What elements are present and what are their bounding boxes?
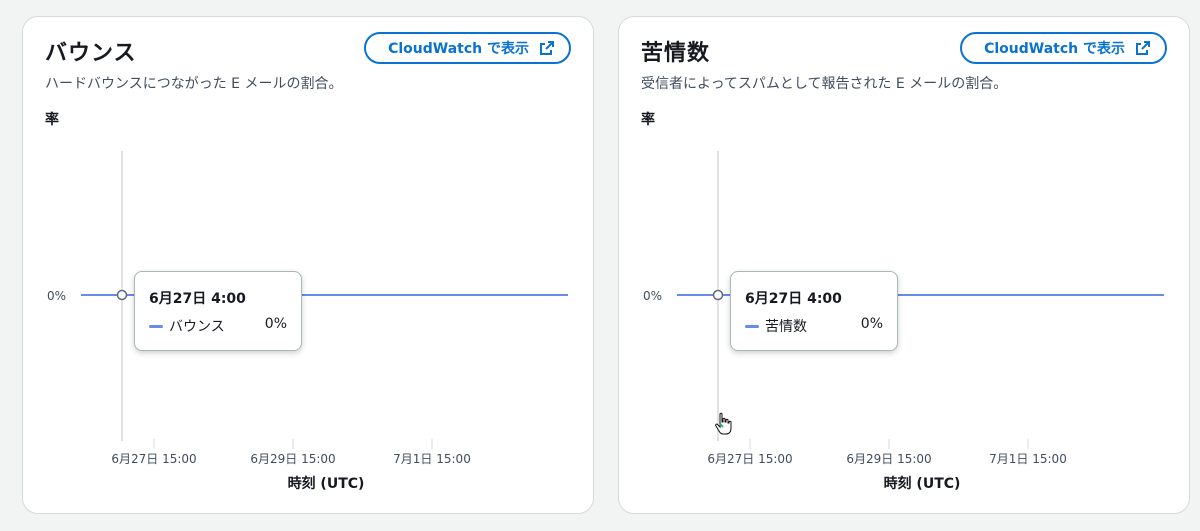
chart-tooltip: 6月27日 4:00 苦情数 0%	[730, 271, 898, 351]
bounce-chart[interactable]: 0% 6月27日 15:00 6月29日 15:00 7月1日 15:00 時刻 (UT…	[23, 17, 595, 515]
chart-tooltip: 6月27日 4:00 バウンス 0%	[134, 271, 302, 351]
tooltip-row: バウンス 0%	[149, 316, 287, 336]
tooltip-time: 6月27日 4:00	[149, 291, 246, 307]
x-axis-title: 時刻 (UTC)	[884, 475, 961, 492]
x-tick-label: 6月29日 15:00	[250, 452, 335, 466]
x-tick-label: 6月29日 15:00	[846, 452, 931, 466]
y-tick-label: 0%	[643, 289, 662, 303]
complaint-panel: 苦情数 CloudWatch で表示 受信者によってスパムとして報告された E …	[618, 16, 1190, 514]
x-tick-label: 7月1日 15:00	[393, 452, 471, 466]
tooltip-value: 0%	[860, 316, 883, 332]
bounce-panel: バウンス CloudWatch で表示 ハードバウンスにつながった E メールの…	[22, 16, 594, 514]
x-axis-title: 時刻 (UTC)	[288, 475, 365, 492]
complaint-chart[interactable]: 0% 6月27日 15:00 6月29日 15:00 7月1日 15:00 時刻 (UT…	[619, 17, 1191, 515]
tooltip-time: 6月27日 4:00	[745, 291, 842, 307]
hand-cursor-icon	[715, 412, 732, 435]
tooltip-value: 0%	[264, 316, 287, 332]
highlighted-point	[116, 289, 128, 301]
y-tick-label: 0%	[47, 289, 66, 303]
x-tick-label: 7月1日 15:00	[989, 452, 1067, 466]
series-swatch	[745, 325, 759, 328]
tooltip-series-name: バウンス	[169, 319, 225, 335]
series-swatch	[149, 325, 163, 328]
tooltip-row: 苦情数 0%	[745, 316, 883, 336]
x-tick-label: 6月27日 15:00	[111, 452, 196, 466]
tooltip-series-name: 苦情数	[765, 319, 807, 335]
x-tick-label: 6月27日 15:00	[707, 452, 792, 466]
highlighted-point	[712, 289, 724, 301]
